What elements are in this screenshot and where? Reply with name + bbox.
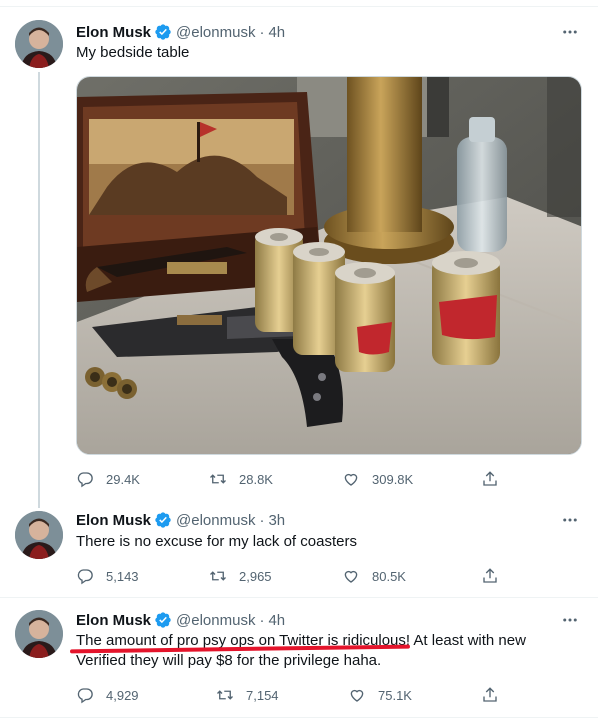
reply-button[interactable]: 29.4K <box>76 469 140 489</box>
more-icon[interactable] <box>560 22 580 42</box>
tweet-header: Elon Musk @elonmusk · 3h <box>76 510 285 530</box>
separator-dot: · <box>259 511 265 529</box>
retweet-icon <box>210 571 226 581</box>
share-icon <box>483 687 497 702</box>
like-button[interactable]: 80.5K <box>342 566 406 586</box>
tweet-photo[interactable] <box>76 76 582 455</box>
separator-dot: · <box>259 611 265 629</box>
like-count: 75.1K <box>378 687 412 703</box>
retweet-count: 28.8K <box>239 471 273 487</box>
like-count: 80.5K <box>372 568 406 584</box>
verified-badge-icon <box>154 511 172 529</box>
share-button[interactable] <box>481 685 499 705</box>
tweet-text: There is no excuse for my lack of coaste… <box>76 533 357 550</box>
author-name[interactable]: Elon Musk <box>76 612 151 629</box>
reply-count: 29.4K <box>106 471 140 487</box>
author-handle[interactable]: @elonmusk <box>176 612 255 629</box>
author-handle[interactable]: @elonmusk <box>176 24 255 41</box>
retweet-icon <box>210 474 226 484</box>
share-button[interactable] <box>481 469 499 489</box>
tweet-header: Elon Musk @elonmusk · 4h <box>76 22 285 42</box>
reply-count: 5,143 <box>106 568 139 584</box>
share-button[interactable] <box>481 566 499 586</box>
more-icon[interactable] <box>560 610 580 630</box>
like-button[interactable]: 75.1K <box>348 685 412 705</box>
retweet-button[interactable]: 2,965 <box>209 566 272 586</box>
like-icon <box>350 689 364 702</box>
reply-button[interactable]: 5,143 <box>76 566 139 586</box>
share-icon <box>483 471 497 486</box>
timestamp[interactable]: 4h <box>268 24 285 41</box>
tweet-header: Elon Musk @elonmusk · 4h <box>76 610 285 630</box>
retweet-button[interactable]: 7,154 <box>216 685 279 705</box>
retweet-count: 2,965 <box>239 568 272 584</box>
separator-dot: · <box>259 23 265 41</box>
share-icon <box>483 568 497 583</box>
reply-icon <box>77 569 93 585</box>
retweet-button[interactable]: 28.8K <box>209 469 273 489</box>
bottom-divider <box>0 717 598 718</box>
tweet-text-line-2: Verified they will pay $8 for the privil… <box>76 652 382 669</box>
like-icon <box>344 473 358 486</box>
tweet-actions: 29.4K 28.8K 309.8K <box>76 469 506 489</box>
tweet-actions: 5,143 2,965 80.5K <box>76 566 506 586</box>
timestamp[interactable]: 4h <box>268 612 285 629</box>
reply-button[interactable]: 4,929 <box>76 685 139 705</box>
avatar[interactable] <box>15 20 63 68</box>
reply-count: 4,929 <box>106 687 139 703</box>
avatar[interactable] <box>15 511 63 559</box>
author-name[interactable]: Elon Musk <box>76 24 151 41</box>
retweet-count: 7,154 <box>246 687 279 703</box>
tweet-3[interactable]: Elon Musk @elonmusk · 4h The amount of p… <box>0 598 598 725</box>
avatar[interactable] <box>15 610 63 658</box>
author-handle[interactable]: @elonmusk <box>176 512 255 529</box>
reply-icon <box>77 472 93 488</box>
retweet-icon <box>217 690 233 700</box>
like-count: 309.8K <box>372 471 414 487</box>
like-button[interactable]: 309.8K <box>342 469 413 489</box>
verified-badge-icon <box>154 611 172 629</box>
more-icon[interactable] <box>560 510 580 530</box>
tweet-actions: 4,929 7,154 75.1K <box>76 685 506 705</box>
reply-icon <box>77 688 93 704</box>
author-name[interactable]: Elon Musk <box>76 512 151 529</box>
verified-badge-icon <box>154 23 172 41</box>
tweet-1[interactable]: Elon Musk @elonmusk · 4h My bedside tabl… <box>0 0 598 497</box>
tweet-text: My bedside table <box>76 44 190 61</box>
tweet-2[interactable]: Elon Musk @elonmusk · 3h There is no exc… <box>0 497 598 597</box>
like-icon <box>344 570 358 583</box>
timestamp[interactable]: 3h <box>268 512 285 529</box>
